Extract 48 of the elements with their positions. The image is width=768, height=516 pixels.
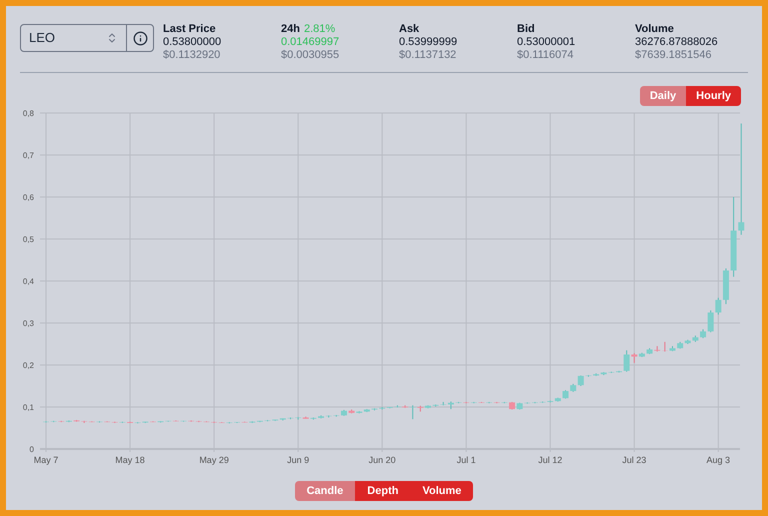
x-axis-label: Jun 9 — [287, 455, 310, 465]
candlestick — [738, 123, 744, 236]
y-axis-label: 0,4 — [22, 277, 34, 286]
x-axis-label: Jun 20 — [368, 455, 396, 465]
view-tab[interactable]: Volume — [410, 481, 474, 501]
candlestick — [624, 350, 630, 372]
stat-value: 0.53800000 — [163, 36, 222, 49]
stat-value: 0.01469997 — [281, 36, 340, 49]
stat-usd-value: $0.1132920 — [163, 49, 222, 62]
interval-tab[interactable]: Hourly — [686, 86, 741, 106]
candlestick — [410, 404, 416, 420]
candlestick — [715, 297, 722, 316]
x-axis-label: Jul 1 — [456, 455, 476, 465]
x-axis-label: Jul 12 — [538, 455, 562, 465]
candlestick — [578, 375, 584, 386]
y-axis-label: 0,3 — [22, 319, 34, 328]
stat-label: Bid — [517, 23, 535, 36]
x-axis-label: May 7 — [34, 455, 58, 465]
y-axis-label: 0,1 — [22, 403, 34, 412]
y-axis-label: 0,5 — [22, 235, 34, 244]
stat-value: 0.53000001 — [517, 36, 576, 49]
x-axis-label: May 18 — [115, 455, 145, 465]
stat-label: Ask — [399, 23, 420, 36]
stat-label: Volume — [635, 23, 674, 36]
stat-usd-value: $0.0030955 — [281, 49, 340, 62]
y-axis-label: 0,8 — [22, 109, 34, 118]
x-axis-label: May 29 — [199, 455, 229, 465]
y-axis-label: 0 — [30, 445, 34, 454]
stat-value: 0.53999999 — [399, 36, 458, 49]
y-axis-label: 0,7 — [22, 151, 34, 160]
view-tab[interactable]: Depth — [355, 481, 410, 501]
candlestick — [631, 352, 638, 364]
stat-label: 24h — [281, 23, 300, 36]
stat-label: Last Price — [163, 23, 216, 36]
x-axis-label: Aug 3 — [706, 455, 730, 465]
y-axis-label: 0,2 — [22, 361, 34, 370]
candlestick — [662, 341, 668, 352]
stat-usd-value: $7639.1851546 — [635, 49, 712, 62]
candlestick — [708, 310, 714, 333]
x-axis-label: Jul 23 — [622, 455, 646, 465]
view-tab[interactable]: Candle — [294, 481, 356, 501]
stat-usd-value: $0.1116074 — [517, 49, 574, 62]
stat-value: 36276.87888026 — [635, 36, 719, 49]
stat-usd-value: $0.1137132 — [399, 49, 458, 62]
stat-change: 2.81% — [304, 23, 336, 36]
candlestick — [440, 401, 446, 406]
y-axis-label: 0,6 — [22, 193, 34, 202]
interval-tab[interactable]: Daily — [640, 86, 686, 106]
